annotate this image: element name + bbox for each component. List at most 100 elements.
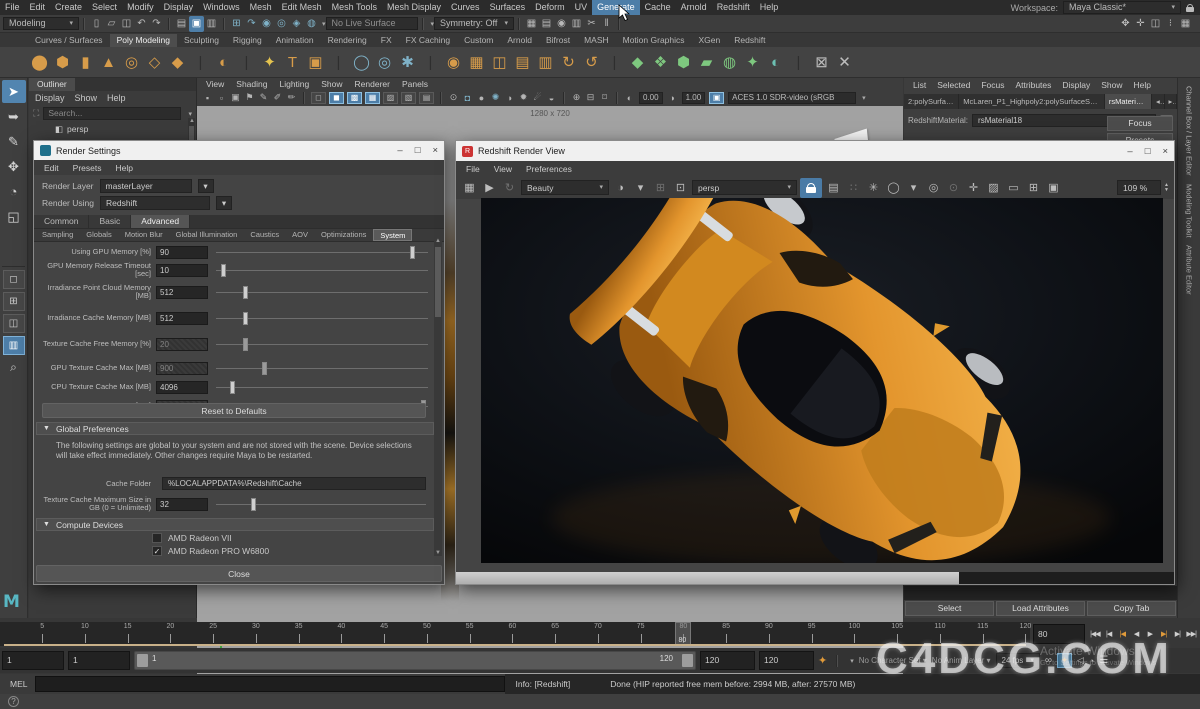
menu-generate[interactable]: Generate <box>592 0 640 15</box>
ae-tab-2-polysurface1[interactable]: 2:polySurface1 <box>904 94 959 109</box>
render-using-dropdown[interactable]: Redshift <box>100 196 210 210</box>
snap-point-icon[interactable]: ◉ <box>259 16 274 32</box>
slider-value-field[interactable]: 4096 <box>156 381 208 394</box>
outliner-item-persp[interactable]: ◧persp <box>29 122 196 135</box>
symmetry-dropdown[interactable]: Symmetry: Off ▾ <box>434 17 514 30</box>
maximize-button[interactable]: □ <box>1145 146 1151 157</box>
bucket-grid-icon[interactable]: ⊞ <box>652 178 669 198</box>
compute-devices-header[interactable]: ▼ Compute Devices <box>36 518 434 531</box>
single-pane-layout-button[interactable]: ◻ <box>3 270 25 289</box>
mash-distribute-icon[interactable]: ❖ <box>649 48 672 77</box>
slider-handle[interactable] <box>243 312 248 325</box>
shelf-tab-fx[interactable]: FX <box>374 34 399 47</box>
menu-help[interactable]: Help <box>755 0 784 15</box>
animation-end-field[interactable]: 120 <box>759 651 814 670</box>
render-layer-dropdown[interactable]: masterLayer <box>100 179 192 193</box>
zoom-search-icon[interactable]: ⌕ <box>3 358 25 377</box>
plane-toggle-icon[interactable]: ◒ <box>545 93 558 103</box>
viewport-menu-show[interactable]: Show <box>316 79 347 89</box>
rs-subtab-optimizations[interactable]: Optimizations <box>315 229 372 241</box>
region-grid-icon[interactable]: ∷ <box>845 178 862 198</box>
menu-arnold[interactable]: Arnold <box>676 0 712 15</box>
platonic-solid-icon[interactable]: ◐ <box>212 48 235 77</box>
rs-tab-common[interactable]: Common <box>34 215 89 228</box>
open-scene-icon[interactable]: ▱ <box>104 16 119 32</box>
outliner-tab[interactable]: Outliner <box>29 78 75 91</box>
rs-subtab-sampling[interactable]: Sampling <box>36 229 79 241</box>
camera-attributes-icon[interactable]: ▣ <box>229 92 242 103</box>
menu-surfaces[interactable]: Surfaces <box>485 0 531 15</box>
command-language-label[interactable]: MEL <box>0 679 27 689</box>
all-lights-icon[interactable]: ◑ <box>503 93 516 103</box>
poly-torus-icon[interactable]: ◎ <box>120 48 143 77</box>
copy-tab-button[interactable]: Copy Tab <box>1087 601 1176 616</box>
shelf-tab-rendering[interactable]: Rendering <box>321 34 374 47</box>
sphere-volume-icon[interactable]: ◉ <box>442 48 465 77</box>
rs-subtab-global-illumination[interactable]: Global Illumination <box>170 229 244 241</box>
close-window-button[interactable]: Close <box>36 565 442 582</box>
two-pane-layout-button[interactable]: ◫ <box>3 314 25 333</box>
wedge-icon[interactable]: ↺ <box>580 48 603 77</box>
shelf-tab-rigging[interactable]: Rigging <box>226 34 269 47</box>
menu-deform[interactable]: Deform <box>530 0 570 15</box>
snap-projected-center-icon[interactable]: ◎ <box>274 16 289 32</box>
ae-tab-rsmaterial18[interactable]: rsMaterial18 <box>1105 94 1152 109</box>
textured-mode-box[interactable]: ▩ <box>347 92 362 104</box>
add-snapshot-icon[interactable]: ⊞ <box>1025 178 1042 198</box>
copy-clipboard-icon[interactable]: ▣ <box>1045 178 1062 198</box>
lattice-icon[interactable]: ⊠ <box>810 48 833 77</box>
slider-track[interactable] <box>216 264 428 277</box>
shelf-tab-sculpting[interactable]: Sculpting <box>177 34 226 47</box>
help-icon[interactable]: ? <box>8 696 19 707</box>
camera-icon[interactable]: ▪ <box>201 93 214 103</box>
select-button[interactable]: Select <box>905 601 994 616</box>
ae-menu-focus[interactable]: Focus <box>976 80 1009 90</box>
menu-curves[interactable]: Curves <box>446 0 485 15</box>
shelf-tab-custom[interactable]: Custom <box>457 34 500 47</box>
slider-value-field[interactable]: 512 <box>156 312 208 325</box>
view-transform-dropdown[interactable]: ACES 1.0 SDR-video (sRGB <box>728 92 856 104</box>
slider-handle[interactable] <box>410 246 415 259</box>
mash-world-icon[interactable]: ◐ <box>764 48 787 77</box>
field-chart-icon[interactable]: ⊟ <box>584 92 597 103</box>
focus-button[interactable]: Focus <box>1107 116 1173 131</box>
maximize-button[interactable]: □ <box>415 145 421 156</box>
ao-mode-box[interactable]: ▧ <box>401 92 416 104</box>
rotate-tool[interactable]: ◔ <box>2 180 26 203</box>
shelf-tab-arnold[interactable]: Arnold <box>500 34 539 47</box>
rv-menu-preferences[interactable]: Preferences <box>520 164 578 174</box>
default-lighting-icon[interactable]: ✺ <box>489 92 502 103</box>
snap-together-icon[interactable]: ⊕ <box>570 92 583 103</box>
cache-folder-field[interactable]: %LOCALAPPDATA%\Redshift\Cache <box>162 477 426 490</box>
playback-start-field[interactable]: 1 <box>68 651 130 670</box>
rs-menu-presets[interactable]: Presets <box>67 163 108 173</box>
poly-cube-icon[interactable]: ⬢ <box>51 48 74 77</box>
minimize-button[interactable]: – <box>397 145 402 156</box>
tab-scroll-left-icon[interactable]: ◂ <box>1152 94 1164 109</box>
shelf-tab-mash[interactable]: MASH <box>577 34 616 47</box>
display-layer-icon[interactable]: ▥ <box>569 16 584 32</box>
select-component-icon[interactable]: ▥ <box>204 16 219 32</box>
snapshot-gallery-icon[interactable]: ▭ <box>1005 178 1022 198</box>
gamma-icon[interactable]: ◑ <box>666 93 679 103</box>
menu-select[interactable]: Select <box>87 0 122 15</box>
slider-track[interactable] <box>216 381 428 394</box>
rs-subtab-aov[interactable]: AOV <box>286 229 314 241</box>
exposure-field[interactable]: 0.00 <box>639 92 663 104</box>
poly-plane-icon[interactable]: ◇ <box>143 48 166 77</box>
menu-edit[interactable]: Edit <box>25 0 51 15</box>
quad-draw-icon[interactable]: ▦ <box>465 48 488 77</box>
render-layer-icon[interactable]: ◑ <box>612 178 629 198</box>
wireframe-mode-box[interactable]: ◻ <box>311 92 326 104</box>
slider-handle[interactable] <box>251 498 256 511</box>
ae-menu-display[interactable]: Display <box>1057 80 1095 90</box>
texture-cache-max-slider[interactable] <box>216 498 426 511</box>
rs-subtab-globals[interactable]: Globals <box>80 229 117 241</box>
outliner-menu-help[interactable]: Help <box>107 93 126 103</box>
range-start-handle[interactable] <box>137 654 148 667</box>
attribute-editor-toggle-icon[interactable]: ✥ <box>1118 16 1133 32</box>
viewport-menu-lighting[interactable]: Lighting <box>274 79 314 89</box>
ae-menu-selected[interactable]: Selected <box>932 80 975 90</box>
workspace-grid-icon[interactable]: ▦ <box>1178 16 1193 32</box>
super-shape-icon[interactable]: ✦ <box>258 48 281 77</box>
